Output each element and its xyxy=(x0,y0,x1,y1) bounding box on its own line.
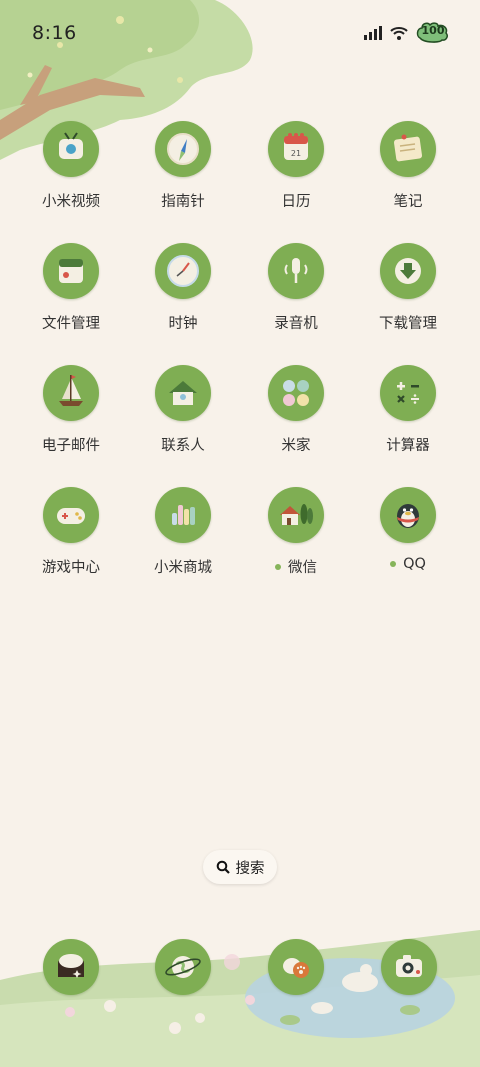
app-label: 指南针 xyxy=(161,194,205,210)
dock-app-browser[interactable] xyxy=(155,939,211,995)
app-label: 小米视频 xyxy=(42,194,100,210)
signal-icon xyxy=(364,26,382,40)
app-label: 笔记 xyxy=(393,194,423,210)
app-label: 计算器 xyxy=(386,438,430,454)
tv-icon xyxy=(43,121,99,177)
app-compass[interactable]: 指南针 xyxy=(127,121,239,221)
wifi-icon xyxy=(390,27,408,40)
app-label: QQ xyxy=(390,556,426,572)
battery-indicator: 100 xyxy=(416,22,450,44)
app-file-manager[interactable]: 文件管理 xyxy=(15,243,127,343)
wechat-cabin-icon xyxy=(268,487,324,543)
app-calculator[interactable]: 计算器 xyxy=(352,365,464,465)
app-wechat[interactable]: 微信 xyxy=(240,487,352,587)
app-game-center[interactable]: 游戏中心 xyxy=(15,487,127,587)
gallery-paw-icon xyxy=(268,939,324,995)
search-button[interactable]: 搜索 xyxy=(203,850,277,884)
app-email[interactable]: 电子邮件 xyxy=(15,365,127,465)
shop-icon xyxy=(155,487,211,543)
search-icon xyxy=(216,860,230,874)
app-label: 文件管理 xyxy=(42,316,100,332)
chat-bubble-icon xyxy=(43,939,99,995)
dock-app-gallery[interactable] xyxy=(268,939,324,995)
clock-icon xyxy=(155,243,211,299)
microphone-icon xyxy=(268,243,324,299)
app-mi-home[interactable]: 米家 xyxy=(240,365,352,465)
app-label: 电子邮件 xyxy=(42,438,100,454)
app-recorder[interactable]: 录音机 xyxy=(240,243,352,343)
calendar-icon: 21 xyxy=(268,121,324,177)
app-mi-video[interactable]: 小米视频 xyxy=(15,121,127,221)
calculator-icon xyxy=(380,365,436,421)
app-mi-store[interactable]: 小米商城 xyxy=(127,487,239,587)
penguin-icon xyxy=(380,487,436,543)
app-label: 微信 xyxy=(275,556,317,577)
status-icons: 100 xyxy=(364,22,450,44)
search-label: 搜索 xyxy=(235,860,265,877)
gamepad-icon xyxy=(43,487,99,543)
smart-home-icon xyxy=(268,365,324,421)
svg-text:21: 21 xyxy=(291,149,301,158)
house-icon xyxy=(155,365,211,421)
app-label: 下载管理 xyxy=(379,316,437,332)
download-icon xyxy=(380,243,436,299)
battery-level: 100 xyxy=(421,24,445,37)
camera-icon xyxy=(381,939,437,995)
app-calendar[interactable]: 21 日历 xyxy=(240,121,352,221)
status-bar: 8:16 100 xyxy=(0,0,480,66)
app-label: 米家 xyxy=(281,438,311,454)
app-download-manager[interactable]: 下载管理 xyxy=(352,243,464,343)
app-label: 联系人 xyxy=(161,438,205,454)
app-label: 录音机 xyxy=(274,316,318,332)
app-notes[interactable]: 笔记 xyxy=(352,121,464,221)
browser-planet-icon xyxy=(155,939,211,995)
app-label: 时钟 xyxy=(168,316,198,332)
new-install-dot xyxy=(390,561,397,567)
folder-icon xyxy=(43,243,99,299)
sailboat-icon xyxy=(43,365,99,421)
notes-icon xyxy=(380,121,436,177)
dock-app-camera[interactable] xyxy=(381,939,437,995)
app-label: 小米商城 xyxy=(154,560,212,576)
app-label: 游戏中心 xyxy=(42,560,100,576)
status-time: 8:16 xyxy=(32,22,77,44)
app-qq[interactable]: QQ xyxy=(352,487,464,587)
new-install-dot xyxy=(275,563,281,570)
app-label: 日历 xyxy=(281,194,311,210)
app-clock[interactable]: 时钟 xyxy=(127,243,239,343)
compass-icon xyxy=(155,121,211,177)
dock-app-messages[interactable] xyxy=(43,939,99,995)
app-contacts[interactable]: 联系人 xyxy=(127,365,239,465)
